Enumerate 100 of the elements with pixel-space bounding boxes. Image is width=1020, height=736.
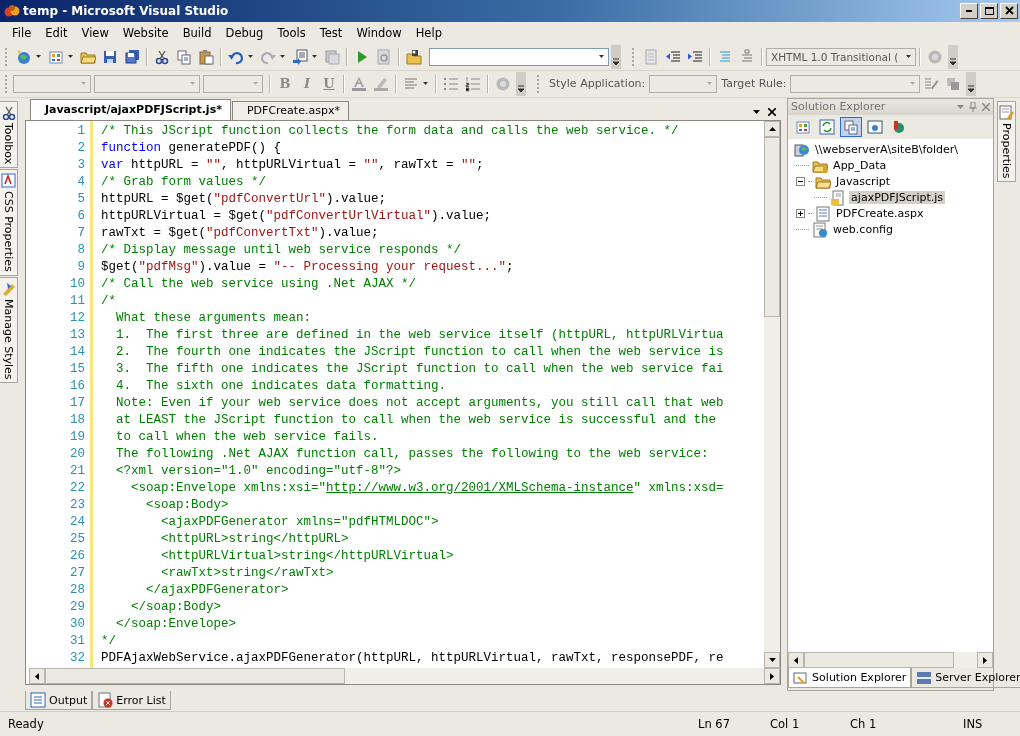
code-line: 2. The fourth one indicates the JScript function to call when the web service is: [114, 343, 725, 361]
line-number: 10: [69, 275, 86, 293]
line-number: 24: [69, 513, 86, 531]
output-tab[interactable]: Output: [25, 691, 93, 711]
code-line: Note: Even if your web service does not accept arguments, you still call that web: [114, 394, 725, 412]
line-number: 26: [69, 547, 86, 565]
line-number: 14: [69, 343, 86, 361]
menu-item[interactable]: Help: [408, 23, 449, 42]
line-number: 2: [77, 139, 86, 157]
code-line: <ajaxPDFGenerator xmlns="pdfHTMLDOC">: [159, 513, 440, 531]
code-line: <httpURLVirtual>string</httpURLVirtual>: [159, 547, 455, 565]
line-number: 7: [77, 224, 86, 242]
line-number: 29: [69, 598, 86, 616]
output-tab[interactable]: Error List: [92, 691, 171, 711]
line-number: 1: [77, 122, 86, 140]
menu-item[interactable]: Test: [312, 23, 350, 42]
line-number: 25: [69, 530, 86, 548]
code-line: 4. The sixth one indicates data formatting.: [114, 377, 447, 395]
status-message: Ready: [8, 717, 45, 732]
line-number: 23: [69, 496, 86, 514]
panel-title: Solution Explorer: [791, 100, 886, 114]
tree-item[interactable]: web.config: [831, 223, 895, 237]
code-line: </soap:Body>: [129, 598, 222, 616]
line-number: 18: [69, 411, 86, 429]
line-number: 4: [77, 173, 86, 191]
line-number: 16: [69, 377, 86, 395]
side-tab[interactable]: CSS Properties: [0, 168, 18, 276]
code-line: var httpURL = "", httpURLVirtual = "", rawTxt = "";: [100, 156, 485, 174]
line-number: 5: [77, 190, 86, 208]
menu-item[interactable]: Website: [115, 23, 176, 42]
code-line: <soap:Body>: [144, 496, 230, 514]
code-line: What these arguments mean:: [114, 309, 312, 327]
code-line: </ajaxPDFGenerator>: [144, 581, 290, 599]
tree-item[interactable]: Javascript: [834, 175, 892, 189]
code-line: 3. The fifth one indicates the JScript function to call when the web service fai: [114, 360, 725, 378]
panel-tab[interactable]: Solution Explorer: [788, 668, 912, 689]
panel-tab[interactable]: Server Explorer: [911, 668, 1020, 689]
line-number: 19: [69, 428, 86, 446]
menu-item[interactable]: Debug: [218, 23, 271, 42]
status-line: Ln 67: [698, 717, 731, 732]
menu-item[interactable]: Window: [349, 23, 409, 42]
code-line: <?xml version="1.0" encoding="utf-8"?>: [114, 462, 402, 480]
menu-item[interactable]: File: [5, 23, 39, 42]
code-line: */: [100, 632, 117, 650]
side-tab[interactable]: Toolbox: [0, 100, 18, 168]
line-number: 15: [69, 360, 86, 378]
menu-item[interactable]: Tools: [270, 23, 313, 42]
url-link[interactable]: http://www.w3.org/2001/XMLSchema-instance: [325, 480, 634, 495]
line-number: 11: [69, 292, 86, 310]
code-line: /* Grab form values */: [100, 173, 267, 191]
line-number: 9: [77, 258, 86, 276]
target-rule-label: Target Rule:: [721, 77, 787, 91]
status-char: Ch 1: [850, 717, 878, 732]
tree-item[interactable]: ajaxPDFJScript.js: [849, 191, 946, 205]
tree-item[interactable]: App_Data: [831, 159, 889, 173]
tree-item[interactable]: \\webserverA\siteB\folder\: [813, 143, 961, 157]
code-line: /* Display message until web service responds */: [100, 241, 462, 259]
menu-item[interactable]: Edit: [38, 23, 75, 42]
code-line: PDFAjaxWebService.ajaxPDFGenerator(httpURL, httpURLVirtual, rawTxt, responsePDF, re: [100, 649, 725, 667]
code-line: /*: [100, 292, 117, 310]
side-tab[interactable]: Manage Styles: [0, 276, 18, 384]
status-column: Col 1: [770, 717, 850, 732]
style-application-label: Style Application:: [549, 77, 646, 91]
code-line: <soap:Envelope xmlns:xsi="http://www.w3.org/2001/XMLSchema-instance" xmlns:xsd=: [129, 479, 725, 497]
line-number: 22: [69, 479, 86, 497]
code-line: httpURLVirtual = $get("pdfConvertUrlVirtual").value;: [100, 207, 492, 225]
code-line: function generatePDF() {: [100, 139, 282, 157]
code-line: httpURL = $get("pdfConvertUrl").value;: [100, 190, 387, 208]
code-line: <rawTxt>string</rawTxt>: [159, 564, 335, 582]
line-number: 12: [69, 309, 86, 327]
code-line: </soap:Envelope>: [114, 615, 237, 633]
status-mode: INS: [963, 717, 983, 732]
line-number: 31: [69, 632, 86, 650]
line-number: 27: [69, 564, 86, 582]
line-number: 32: [69, 649, 86, 667]
code-line: <httpURL>string</httpURL>: [159, 530, 350, 548]
tree-item[interactable]: PDFCreate.aspx: [834, 207, 926, 221]
line-number: 21: [69, 462, 86, 480]
code-line: to call when the web service fails.: [114, 428, 380, 446]
line-number: 17: [69, 394, 86, 412]
side-tab[interactable]: Properties: [997, 100, 1017, 183]
code-line: The following .Net AJAX function call, passes the following to the web service:: [114, 445, 710, 463]
line-number: 20: [69, 445, 86, 463]
line-number: 6: [77, 207, 86, 225]
line-number: 28: [69, 581, 86, 599]
window-title: temp - Microsoft Visual Studio: [23, 3, 230, 18]
menu-item[interactable]: View: [74, 23, 116, 42]
menu-item[interactable]: Build: [175, 23, 219, 42]
line-number: 3: [77, 156, 86, 174]
line-number: 8: [77, 241, 86, 259]
code-line: /* This JScript function collects the form data and calls the web service. */: [100, 122, 680, 140]
code-line: $get("pdfMsg").value = "-- Processing your request...";: [100, 258, 515, 276]
code-line: /* Call the web service using .Net AJAX */: [100, 275, 417, 293]
line-number: 13: [69, 326, 86, 344]
code-line: 1. The first three are defined in the web service itself (httpURL, httpURLVirtua: [114, 326, 725, 344]
document-tab[interactable]: PDFCreate.aspx*: [231, 100, 349, 120]
doctype-combo[interactable]: XHTML 1.0 Transitional (: [766, 47, 916, 66]
line-number: 30: [69, 615, 86, 633]
code-line: rawTxt = $get("pdfConvertTxt").value;: [100, 224, 380, 242]
document-tab[interactable]: Javascript/ajaxPDFJScript.js*: [29, 98, 231, 120]
